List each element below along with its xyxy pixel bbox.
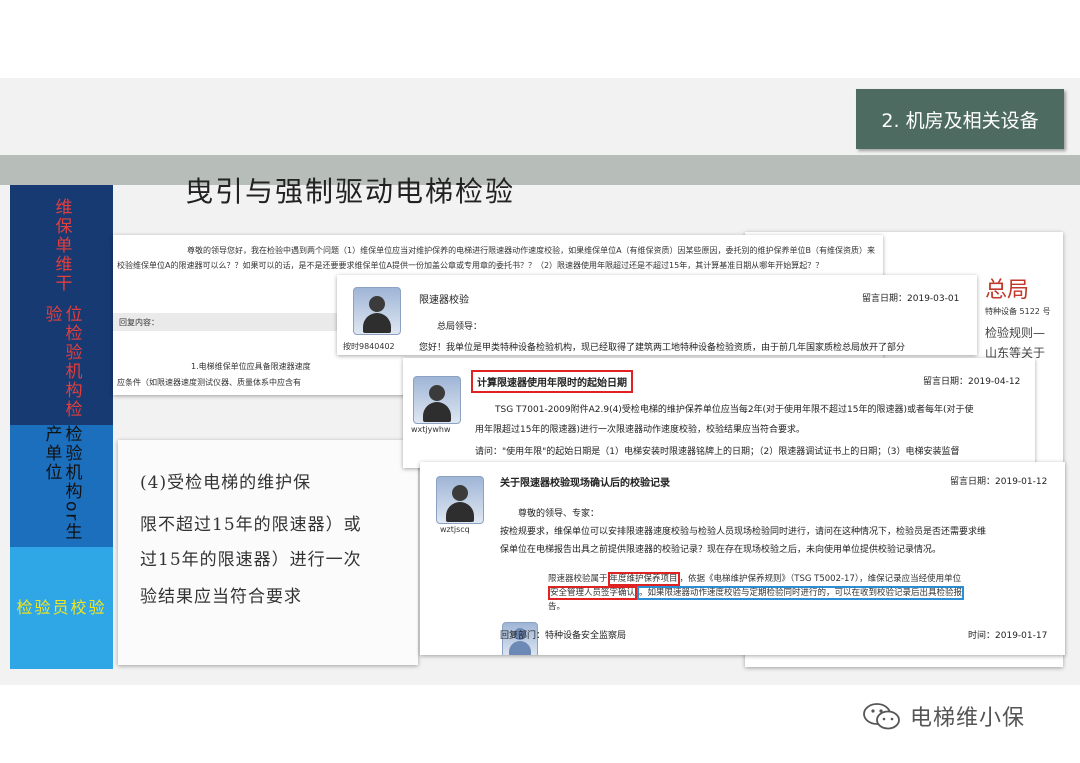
message-date: 2019-04-12 (968, 377, 1021, 387)
message-date: 2019-01-12 (995, 477, 1048, 487)
message-card-1: 按时9840402 限速器校验 留言日期：2019-03-01 总局领导： 您好… (337, 275, 977, 355)
watermark-text: 电梯维小保 (910, 706, 1026, 731)
message-card-2: wxtjywhw 计算限速器使用年限时的起始日期 留言日期：2019-04-12… (403, 358, 1035, 468)
sidebar-block-3: 检验机构or生产单位 (10, 425, 113, 547)
hand-line-1: (4)受检电梯的维护保 (140, 473, 312, 493)
right-doc-header: 总局 (985, 278, 1030, 303)
reply-text: 1.电梯维保单位应具备限速器速度 (191, 362, 311, 371)
user-avatar (413, 376, 461, 424)
message-user: wxtjywhw (411, 425, 451, 434)
message-body-2: 用年限超过15年的限速器)进行一次限速器动作速度校验，校验结果应当符合要求。 (475, 425, 805, 435)
answer-highlight-1: 年度维护保养项目 (607, 572, 680, 586)
sidebar-block-1: 维保单维干 (10, 185, 113, 305)
reply-time: 2019-01-17 (995, 631, 1048, 641)
message-title: 关于限速器校验现场确认后的校验记录 (500, 478, 670, 489)
hand-line-3: 过15年的限速器）进行一次 (140, 550, 362, 570)
message-body-3: 请问："使用年限"的起始日期是（1）电梯安装时限速器铭牌上的日期；（2）限速器调… (475, 447, 960, 457)
message-body-1: TSG T7001-2009附件A2.9(4)受检电梯的维护保养单位应当每2年(… (495, 405, 974, 415)
message-title: 计算限速器使用年限时的起始日期 (471, 370, 633, 393)
sidebar-label-3: 检验机构or生产单位 (41, 425, 82, 542)
sidebar-label-2: 位检验机构检验 (41, 305, 82, 419)
watermark: 电梯维小保 (862, 700, 1025, 732)
date-label: 留言日期： (862, 294, 908, 304)
answer-highlight-2: 安全管理人员签字确认 (548, 586, 638, 600)
message-body: 您好！我单位是甲类特种设备检验机构，现已经取得了建筑两工地特种设备检验资质，由于… (419, 343, 906, 353)
section-tag: 2. 机房及相关设备 (856, 89, 1064, 149)
message-greeting: 尊敬的领导、专家： (518, 509, 600, 519)
message-date: 2019-03-01 (907, 294, 960, 304)
reply-text-2: 应条件（如限速器速度测试仪器、质量体系中应含有 (117, 378, 301, 387)
reply-dept: 特种设备安全监察局 (545, 631, 627, 641)
sidebar-label-1: 维保单维干 (51, 197, 72, 293)
answer-part-f: 告。 (548, 602, 566, 612)
message-user: 按时9840402 (343, 342, 395, 351)
right-doc-ref: 特种设备 5122 号 (985, 307, 1051, 316)
message-user: wztjscq (440, 525, 470, 534)
date-label: 留言日期： (950, 477, 996, 487)
hand-line-4: 验结果应当符合要求 (140, 587, 302, 607)
right-doc-line1: 检验规则— (985, 326, 1046, 340)
message-title: 限速器校验 (419, 295, 469, 306)
sidebar-block-4: 检验员校验 (10, 547, 113, 669)
answer-part-a: 限速器校验属于 (548, 574, 608, 584)
answer-block: 限速器校验属于 年度维护保养项目 ，依据《电梯维护保养规则》（TSG T5002-1… (548, 572, 1058, 614)
user-avatar (353, 287, 401, 335)
question-text: 尊敬的领导您好，我在检验中遇到两个问题（1）维保单位应当对维护保养的电梯进行限速… (117, 246, 876, 270)
message-body-2: 保单位在电梯报告出具之前提供限速器的校验记录？现在存在现场校验之后，未向使用单位… (500, 545, 942, 555)
dept-label: 回复部门： (500, 631, 546, 641)
message-greeting: 总局领导： (437, 322, 483, 332)
message-card-3: wztjscq 关于限速器校验现场确认后的校验记录 留言日期：2019-01-1… (420, 462, 1065, 655)
time-label: 时间： (968, 631, 996, 641)
handwritten-excerpt: (4)受检电梯的维护保 限不超过15年的限速器）或 过15年的限速器）进行一次 … (118, 440, 418, 665)
hand-line-2: 限不超过15年的限速器）或 (140, 515, 362, 535)
slide-title: 曳引与强制驱动电梯检验 (185, 175, 516, 208)
sidebar-label-4: 检验员校验 (16, 598, 107, 617)
wechat-icon (863, 703, 900, 730)
reply-label: 回复内容： (119, 318, 159, 327)
sidebar-block-2: 位检验机构检验 (10, 305, 113, 425)
answer-highlight-3: 。如果限速器动作速度校验与定期检验同时进行的，可以在收到校验记录后出具检验报 (637, 586, 965, 600)
answer-part-c: ，依据《电梯维护保养规则》（TSG T5002-17），维保记录应当经使用单位 (679, 574, 962, 584)
user-avatar (436, 476, 484, 524)
message-body-1: 按检规要求，维保单位可以安排限速器速度校验与检验人员现场检验同时进行，请问在这种… (500, 527, 987, 537)
date-label: 留言日期： (923, 377, 969, 387)
